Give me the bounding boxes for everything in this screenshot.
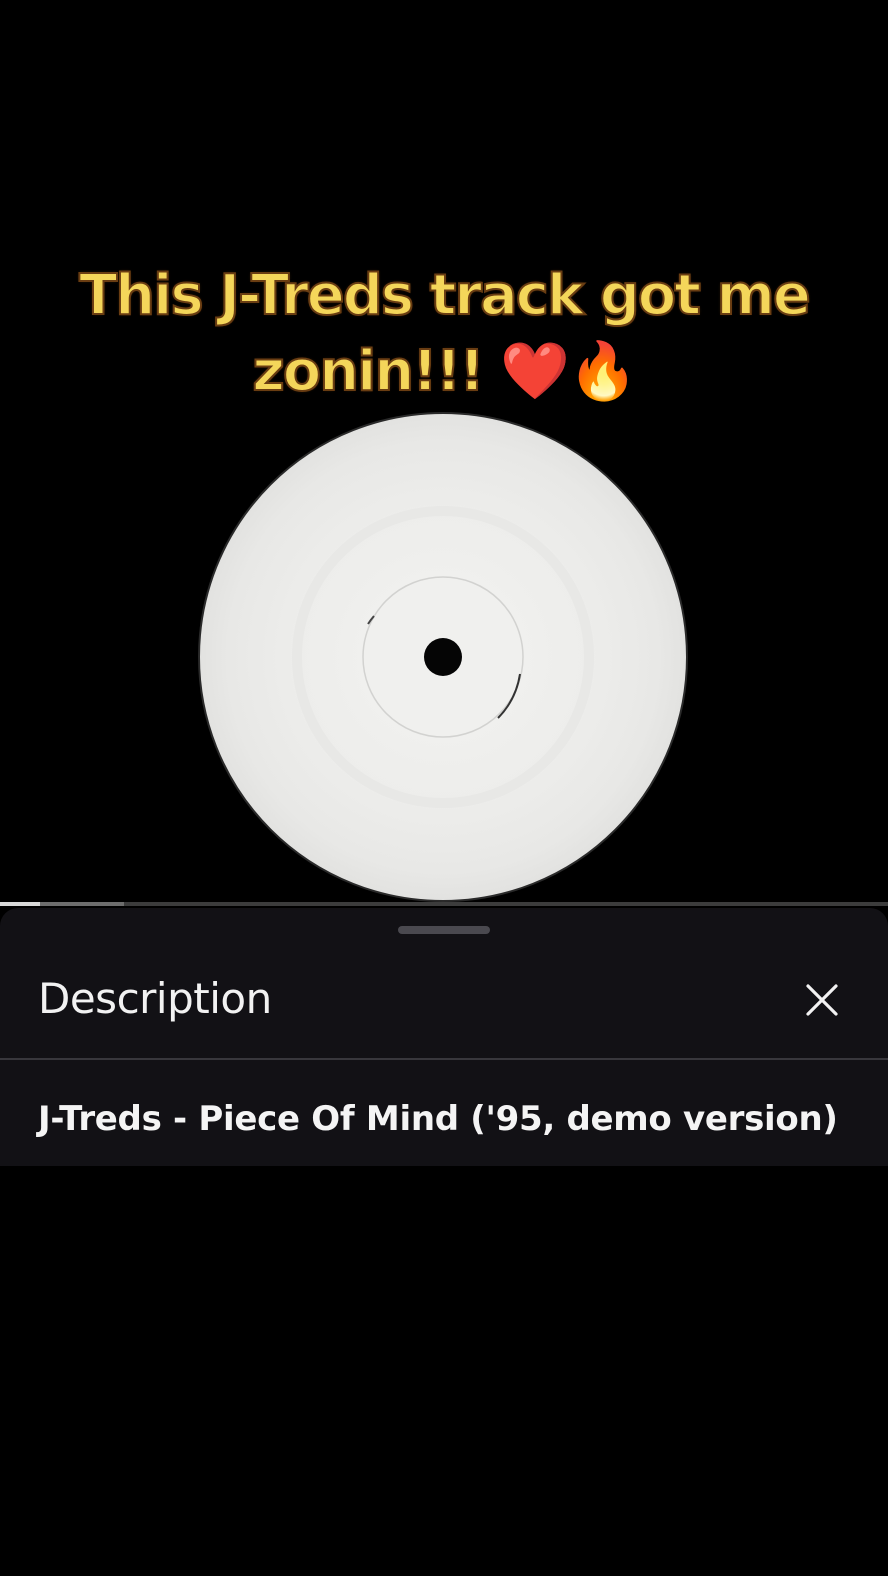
progress-played — [0, 902, 40, 906]
description-text: J-Treds - Piece Of Mind ('95, demo versi… — [38, 1099, 838, 1139]
video-progress-bar[interactable] — [0, 902, 888, 906]
empty-background — [0, 1166, 888, 1576]
close-icon — [806, 984, 838, 1016]
caption-text: This J-Treds track got me zonin!!! — [78, 262, 812, 405]
sheet-drag-handle[interactable] — [398, 926, 490, 934]
vinyl-record-image — [198, 412, 688, 902]
sheet-divider — [0, 1058, 888, 1060]
sheet-title: Description — [38, 974, 272, 1023]
caption-emojis: ❤️🔥 — [500, 339, 637, 404]
description-sheet: Description J-Treds - Piece Of Mind ('95… — [0, 908, 888, 1166]
close-button[interactable] — [800, 978, 844, 1022]
video-caption: This J-Treds track got me zonin!!! ❤️🔥 — [0, 258, 888, 410]
video-player[interactable]: This J-Treds track got me zonin!!! ❤️🔥 — [0, 0, 888, 906]
